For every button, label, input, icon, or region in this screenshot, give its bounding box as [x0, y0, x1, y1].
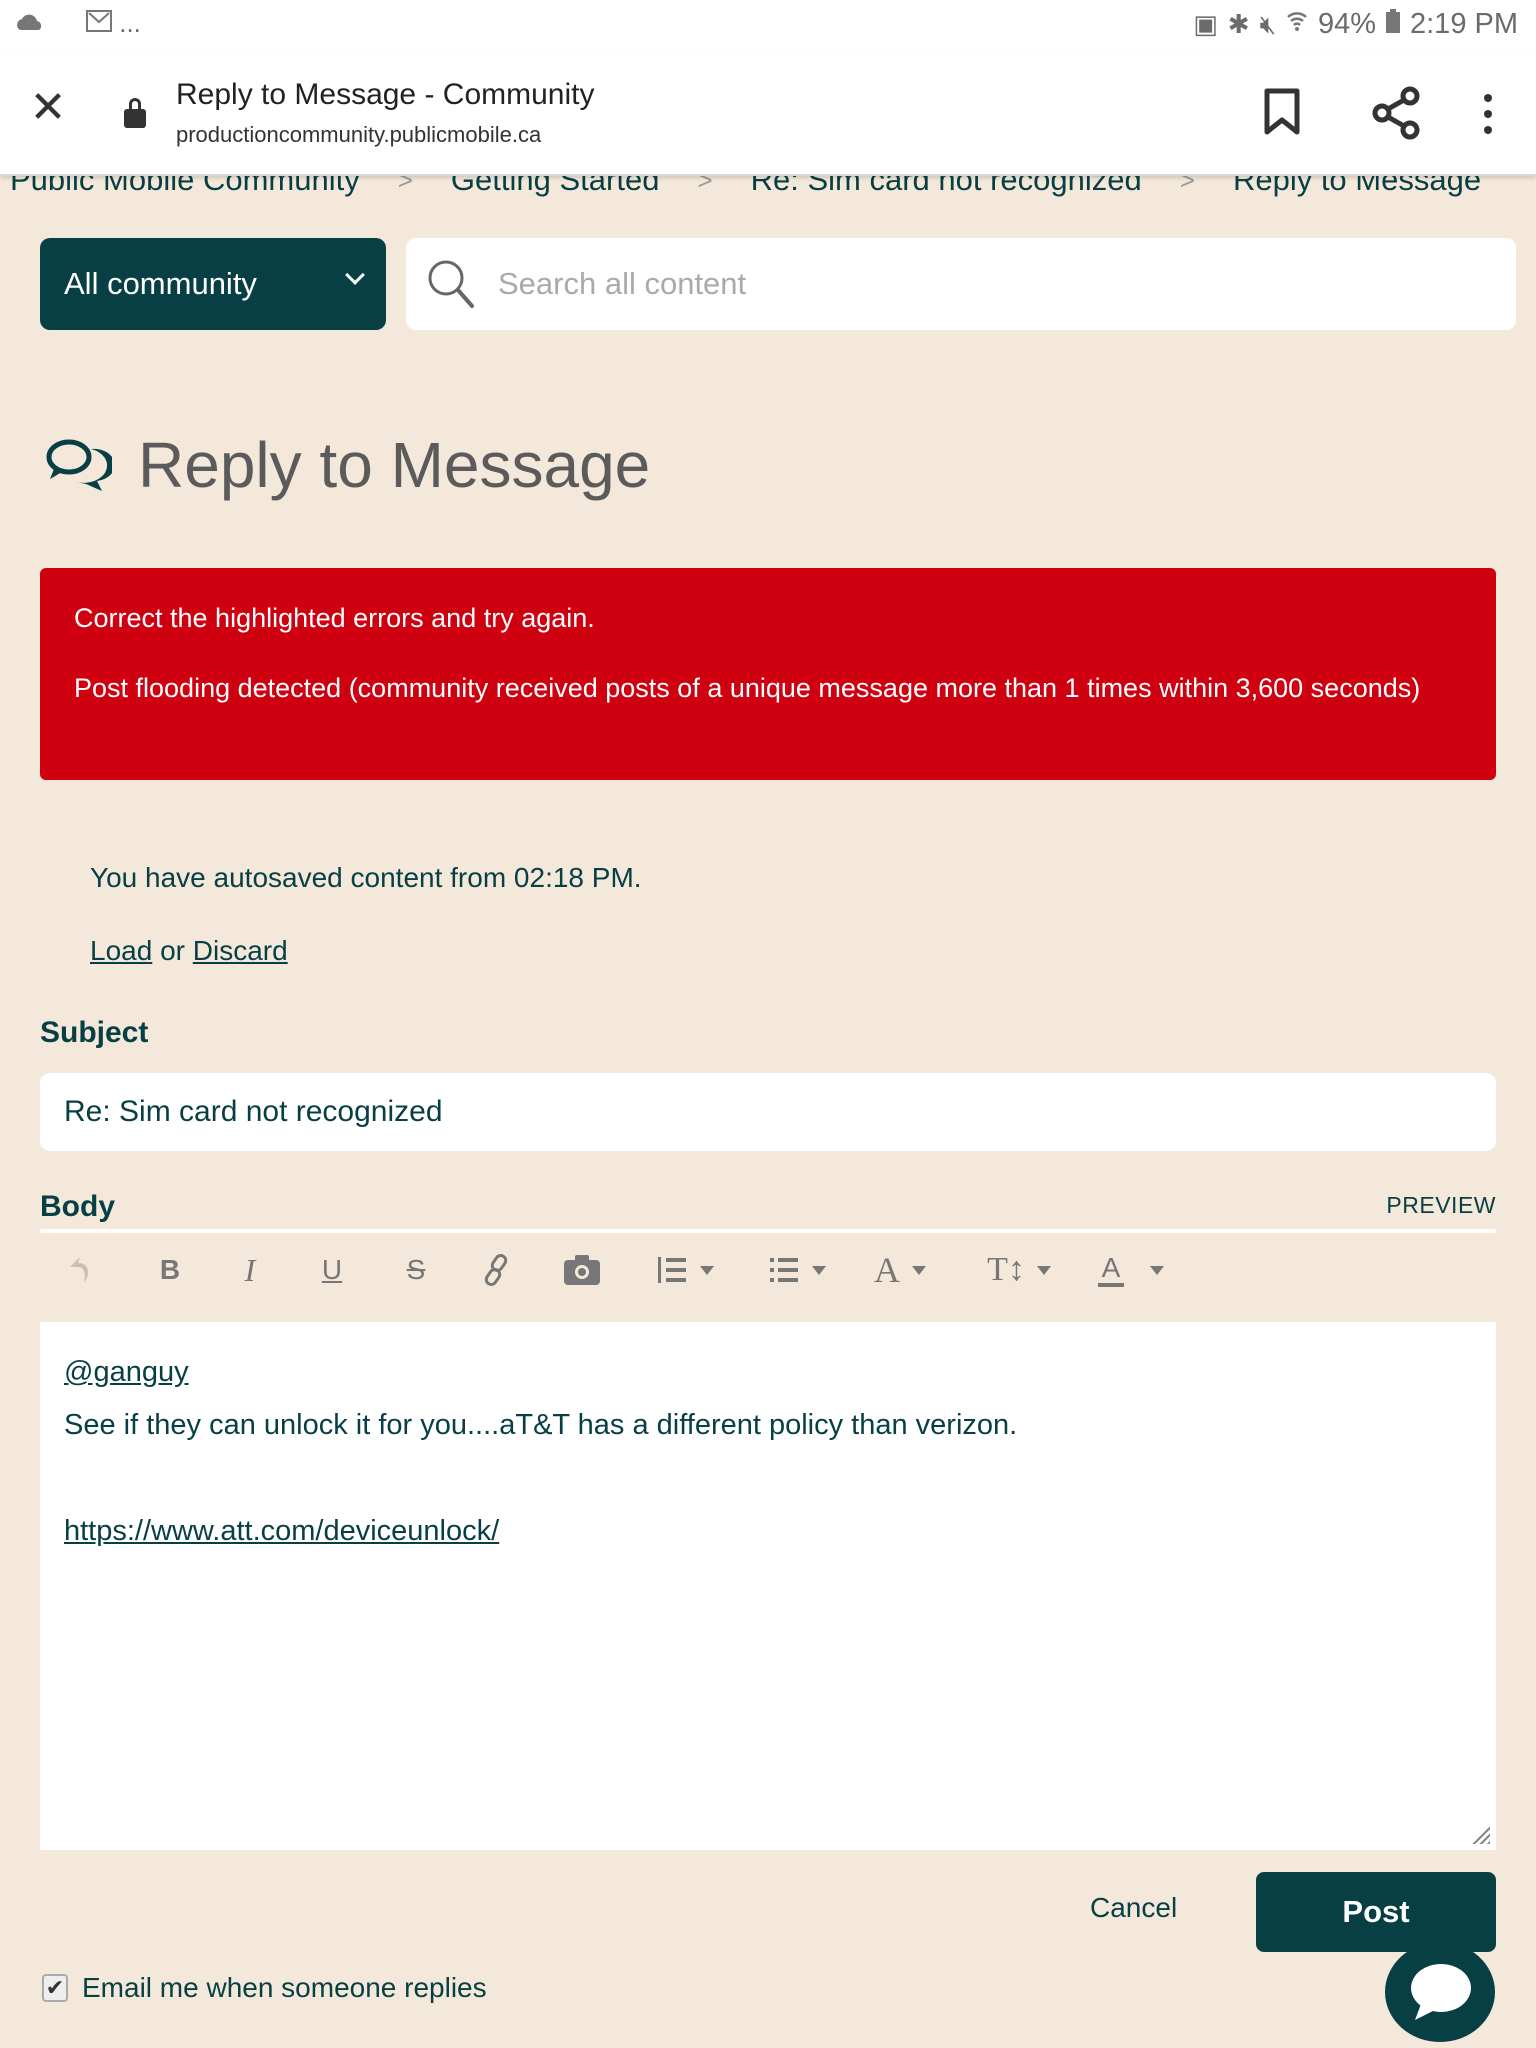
chat-bubble-icon — [1411, 1964, 1471, 2020]
autosave-message: You have autosaved content from 02:18 PM… — [90, 862, 642, 893]
underline-button[interactable]: U — [312, 1250, 352, 1290]
subject-label: Subject — [40, 1016, 149, 1049]
email-notification-label: Email me when someone replies — [82, 1972, 487, 2003]
mute-icon: 🔇︎ — [1259, 8, 1276, 39]
editor-toolbar: B I U S A T↕ A — [40, 1240, 1496, 1298]
browser-page-title: Reply to Message - Community — [176, 78, 595, 111]
bluetooth-icon: ✱ — [1227, 9, 1250, 39]
strikethrough-button[interactable]: S — [396, 1250, 436, 1290]
underline-icon: U — [321, 1254, 343, 1285]
preview-tab[interactable]: PREVIEW — [1386, 1192, 1496, 1219]
font-size-icon: T↕ — [987, 1251, 1025, 1288]
italic-button[interactable]: I — [230, 1250, 270, 1290]
close-tab-icon[interactable]: ✕ — [28, 86, 68, 130]
text-color-button[interactable]: A — [1076, 1250, 1186, 1290]
font-size-button[interactable]: T↕ — [976, 1250, 1062, 1290]
chat-launcher-button[interactable] — [1385, 1942, 1495, 2042]
gmail-icon: ... — [86, 8, 141, 39]
error-summary: Correct the highlighted errors and try a… — [74, 603, 595, 633]
email-notification-option[interactable]: ✔ Email me when someone replies — [42, 1972, 487, 2004]
italic-icon: I — [244, 1251, 256, 1288]
search-scope-dropdown[interactable]: All community — [40, 238, 386, 330]
error-banner: Correct the highlighted errors and try a… — [40, 568, 1496, 780]
camera-icon — [564, 1255, 600, 1285]
battery-saver-icon: ▣ — [1193, 9, 1218, 39]
battery-icon — [1386, 9, 1400, 40]
numbered-list-icon — [658, 1257, 686, 1283]
cloud-icon — [14, 8, 46, 39]
post-button[interactable]: Post — [1256, 1872, 1496, 1952]
mention-link[interactable]: @ganguy — [64, 1356, 189, 1388]
search-input[interactable] — [498, 258, 1478, 310]
email-notification-checkbox[interactable]: ✔ — [42, 1974, 68, 2002]
share-icon[interactable] — [1370, 86, 1422, 140]
clock: 2:19 PM — [1410, 8, 1518, 40]
link-button[interactable] — [476, 1250, 516, 1290]
undo-button[interactable] — [60, 1250, 100, 1290]
link-icon — [484, 1254, 508, 1286]
body-editor[interactable]: @ganguy See if they can unlock it for yo… — [40, 1322, 1496, 1850]
chevron-down-icon — [1150, 1265, 1165, 1275]
discard-autosave-link[interactable]: Discard — [193, 935, 288, 966]
chevron-down-icon — [345, 265, 365, 285]
resize-handle[interactable] — [1472, 1826, 1490, 1844]
numbered-list-button[interactable] — [646, 1250, 726, 1290]
chevron-down-icon — [700, 1265, 714, 1275]
conversation-icon — [44, 437, 115, 493]
autosave-or: or — [160, 935, 185, 966]
browser-url[interactable]: productioncommunity.publicmobile.ca — [176, 122, 541, 148]
bold-button[interactable]: B — [150, 1250, 190, 1290]
search-icon[interactable] — [426, 258, 476, 310]
page-title: Reply to Message — [138, 429, 651, 501]
body-label: Body — [40, 1190, 115, 1223]
bold-icon: B — [159, 1254, 181, 1285]
cancel-button[interactable]: Cancel — [1090, 1892, 1177, 1924]
subject-input[interactable] — [40, 1073, 1496, 1151]
chevron-down-icon — [912, 1265, 926, 1275]
load-autosave-link[interactable]: Load — [90, 935, 152, 966]
body-divider — [40, 1229, 1496, 1233]
search-box — [406, 238, 1516, 330]
strikethrough-icon: S — [406, 1254, 426, 1285]
body-text-line: See if they can unlock it for you....aT&… — [64, 1409, 1018, 1441]
font-icon: A — [874, 1250, 900, 1290]
autosave-actions: Load or Discard — [90, 935, 288, 967]
font-family-button[interactable]: A — [860, 1250, 940, 1290]
battery-level: 94% — [1317, 8, 1376, 40]
bullet-list-button[interactable] — [758, 1250, 838, 1290]
browser-toolbar: ✕ Reply to Message - Community productio… — [0, 52, 1536, 176]
error-detail: Post flooding detected (community receiv… — [74, 673, 1421, 703]
lock-icon[interactable] — [124, 98, 146, 128]
body-link[interactable]: https://www.att.com/deviceunlock/ — [64, 1515, 499, 1547]
text-color-icon: A — [1097, 1253, 1125, 1287]
bullet-list-icon — [770, 1258, 798, 1282]
chevron-down-icon — [812, 1265, 826, 1275]
page-heading: Reply to Message — [44, 428, 650, 502]
more-notifications-icon: ... — [119, 8, 141, 38]
insert-image-button[interactable] — [560, 1250, 604, 1290]
search-scope-label: All community — [64, 266, 257, 301]
chevron-down-icon — [1036, 1265, 1051, 1275]
status-bar: ... ▣ ✱ 🔇︎ 94% 2:19 PM — [0, 0, 1536, 52]
overflow-menu-icon[interactable] — [1478, 90, 1498, 138]
bookmark-icon[interactable] — [1264, 88, 1300, 136]
wifi-icon — [1286, 9, 1308, 40]
